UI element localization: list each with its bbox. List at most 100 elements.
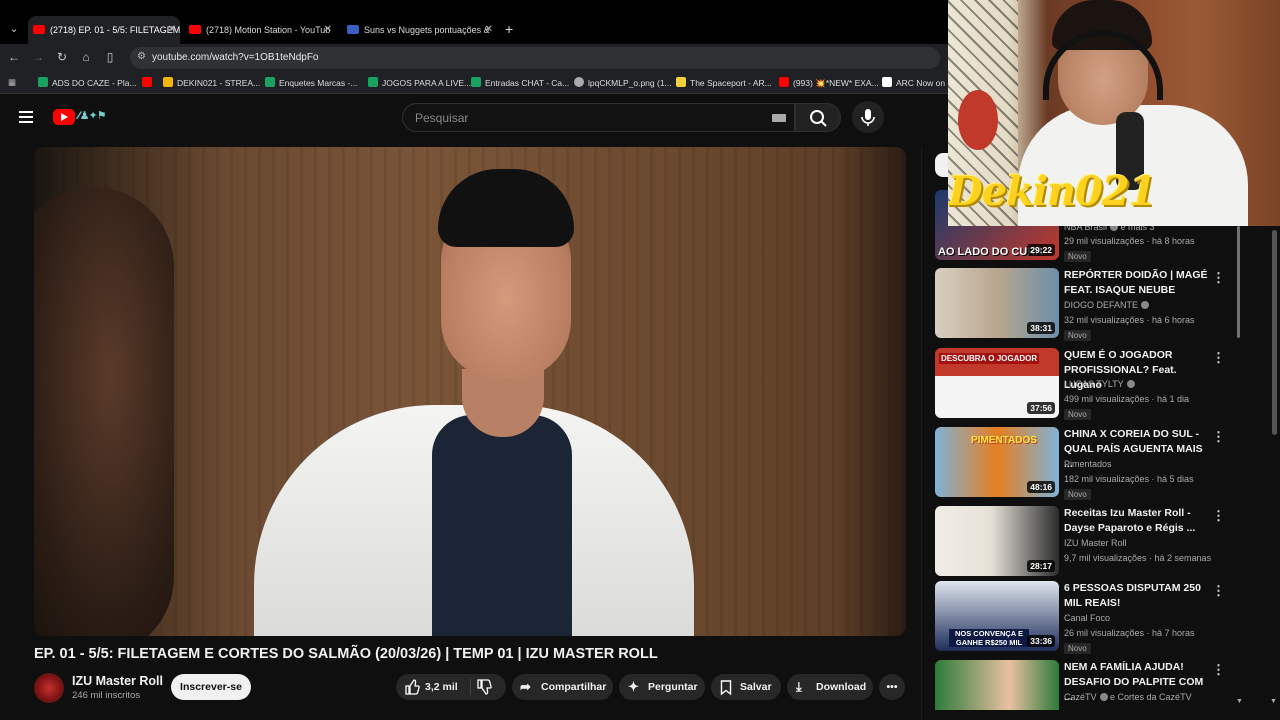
bookmark-item[interactable]: DEKIN021 - STREA... bbox=[163, 77, 260, 88]
thumbs-up-icon bbox=[405, 679, 420, 695]
recommendation-channel[interactable]: Pimentados bbox=[1064, 459, 1112, 469]
spaceport-icon bbox=[676, 77, 686, 87]
url-text: youtube.com/watch?v=1OB1teNdpFo bbox=[152, 52, 319, 63]
page-scroll-down-arrow-icon[interactable]: ▼ bbox=[1270, 698, 1277, 705]
globe-icon bbox=[574, 77, 584, 87]
search-box[interactable]: Pesquisar bbox=[402, 103, 795, 132]
home-icon[interactable]: ⌂ bbox=[78, 50, 94, 64]
forward-icon[interactable]: → bbox=[30, 50, 46, 64]
browser-tab[interactable]: (2718) Motion Station - YouTub ✕ bbox=[184, 16, 336, 44]
close-tab-icon[interactable]: ✕ bbox=[168, 16, 176, 44]
bookmark-item[interactable]: Enquetes Marcas -... bbox=[265, 77, 357, 88]
menu-icon[interactable] bbox=[19, 111, 33, 123]
apps-grid-icon[interactable]: ▦ bbox=[8, 77, 16, 88]
x-icon bbox=[882, 77, 892, 87]
recommendation-thumbnail[interactable] bbox=[935, 660, 1059, 710]
browser-tab[interactable]: Suns vs Nuggets pontuações & ✕ bbox=[342, 16, 497, 44]
more-vertical-icon[interactable]: ⋮ bbox=[1212, 350, 1225, 366]
split-view-icon[interactable]: ▯ bbox=[102, 50, 118, 64]
voice-search-button[interactable] bbox=[852, 101, 884, 133]
microphone-icon bbox=[861, 109, 875, 126]
recommendation-meta: 9,7 mil visualizações · há 2 semanas bbox=[1064, 553, 1212, 563]
channel-label: LUCAS TYLTY bbox=[1064, 379, 1124, 389]
recommendation-meta: 29 mil visualizações · há 8 horas bbox=[1064, 236, 1195, 246]
recommendation-thumbnail[interactable]: 28:17 bbox=[935, 506, 1059, 576]
subscribe-button[interactable]: Inscrever-se bbox=[171, 674, 251, 700]
youtube-doodle-icon[interactable]: ⁄⁄♟✦⚑ bbox=[78, 109, 107, 122]
recommendation-channel[interactable]: LUCAS TYLTY bbox=[1064, 379, 1135, 389]
more-vertical-icon[interactable]: ⋮ bbox=[1212, 429, 1225, 445]
sidebar-scrollbar[interactable] bbox=[1237, 226, 1240, 338]
share-label: Compartilhar bbox=[541, 681, 607, 693]
like-button[interactable] bbox=[404, 674, 420, 709]
site-info-icon[interactable]: ⚙ bbox=[137, 51, 146, 62]
share-icon: ➦ bbox=[520, 679, 531, 694]
keyboard-icon[interactable] bbox=[772, 114, 786, 122]
channel-label: CazéTV bbox=[1064, 692, 1097, 702]
verified-icon bbox=[1099, 693, 1108, 701]
recommendation-channel[interactable]: CazéTV e Cortes da CazéTV bbox=[1064, 692, 1192, 702]
bookmark-item[interactable]: lpqCKMLP_o.png (1... bbox=[574, 77, 672, 88]
recommendation-channel[interactable]: DIOGO DEFANTE bbox=[1064, 300, 1150, 310]
bookmark-item[interactable]: Entradas CHAT - Ca... bbox=[471, 77, 569, 88]
recommendation-thumbnail[interactable]: 38:31 bbox=[935, 268, 1059, 338]
bookmark-label: ARC Now on X: bbox=[896, 78, 956, 88]
more-vertical-icon[interactable]: ⋮ bbox=[1212, 662, 1225, 678]
dislike-button[interactable] bbox=[476, 674, 492, 709]
new-badge: Novo bbox=[1064, 409, 1091, 420]
bookmark-label: JOGOS PARA A LIVE... bbox=[382, 78, 472, 88]
thumbnail-caption: DESCUBRA O JOGADOR bbox=[939, 353, 1040, 364]
omnibox[interactable]: ⚙ youtube.com/watch?v=1OB1teNdpFo bbox=[130, 47, 940, 69]
save-label: Salvar bbox=[740, 681, 772, 693]
bookmark-item[interactable]: The Spaceport - AR... bbox=[676, 77, 772, 88]
recommendation-title[interactable]: REPÓRTER DOIDÃO | MAGÉ FEAT. ISAQUE NEUB… bbox=[1064, 268, 1210, 298]
channel-extra: e Cortes da CazéTV bbox=[1110, 692, 1192, 702]
bookmark-item[interactable]: (993) 💥*NEW* EXA... bbox=[779, 77, 879, 89]
more-vertical-icon[interactable]: ⋮ bbox=[1212, 270, 1225, 286]
search-button[interactable] bbox=[795, 103, 841, 132]
download-icon: ⤓ bbox=[796, 679, 802, 694]
reload-icon[interactable]: ↻ bbox=[54, 50, 70, 64]
recommendation-meta: 182 mil visualizações · há 5 dias bbox=[1064, 474, 1194, 484]
browser-tab-active[interactable]: (2718) EP. 01 - 5/5: FILETAGEM ✕ bbox=[28, 16, 180, 44]
bookmark-item[interactable] bbox=[142, 77, 156, 88]
thumbnail-caption: PIMENTADOS bbox=[971, 435, 1037, 446]
recommendation-title[interactable]: Receitas Izu Master Roll - Dayse Paparot… bbox=[1064, 506, 1210, 536]
sports-favicon-icon bbox=[347, 25, 359, 34]
bookmark-item[interactable]: ADS DO CAZE - Pla... bbox=[38, 77, 137, 88]
video-player[interactable] bbox=[34, 147, 906, 636]
more-actions-button[interactable]: ••• bbox=[879, 674, 905, 700]
channel-avatar[interactable] bbox=[34, 673, 64, 703]
share-button[interactable]: ➦ Compartilhar bbox=[512, 674, 613, 700]
recommendation-meta: 32 mil visualizações · há 6 horas bbox=[1064, 315, 1195, 325]
recommendation-title[interactable]: 6 PESSOAS DISPUTAM 250 MIL REAIS! bbox=[1064, 581, 1210, 611]
tab-search-chevron-icon[interactable]: ⌄ bbox=[6, 21, 22, 37]
back-icon[interactable]: ← bbox=[6, 50, 22, 64]
page-scrollbar[interactable] bbox=[1272, 230, 1277, 435]
verified-icon bbox=[1126, 380, 1135, 388]
save-button[interactable]: Salvar bbox=[711, 674, 781, 700]
channel-name[interactable]: IZU Master Roll bbox=[72, 674, 163, 688]
bookmark-item[interactable]: JOGOS PARA A LIVE... bbox=[368, 77, 471, 88]
recommendation-thumbnail[interactable]: PIMENTADOS 48:16 bbox=[935, 427, 1059, 497]
youtube-logo-icon[interactable] bbox=[53, 109, 75, 125]
bookmark-item[interactable]: ARC Now on X: bbox=[882, 77, 956, 88]
recommendation-thumbnail[interactable]: NOS CONVENÇA E GANHE R$250 MIL 33:36 bbox=[935, 581, 1059, 651]
video-duration: 28:17 bbox=[1027, 560, 1055, 572]
ask-button[interactable]: ✦ Perguntar bbox=[619, 674, 705, 700]
recommendation-thumbnail[interactable]: DESCUBRA O JOGADOR 37:56 bbox=[935, 348, 1059, 418]
recommendation-channel[interactable]: IZU Master Roll bbox=[1064, 538, 1127, 548]
more-vertical-icon[interactable]: ⋮ bbox=[1212, 508, 1225, 524]
youtube-icon bbox=[142, 77, 152, 87]
video-duration: 37:56 bbox=[1027, 402, 1055, 414]
download-button[interactable]: ⤓ Download bbox=[787, 674, 873, 700]
more-vertical-icon[interactable]: ⋮ bbox=[1212, 583, 1225, 599]
recommendation-channel[interactable]: Canal Foco bbox=[1064, 613, 1110, 623]
scroll-down-arrow-icon[interactable]: ▼ bbox=[1236, 698, 1243, 705]
youtube-favicon-icon bbox=[189, 25, 201, 34]
close-tab-icon[interactable]: ✕ bbox=[324, 16, 332, 44]
new-tab-icon[interactable]: + bbox=[505, 21, 513, 37]
video-duration: 29:22 bbox=[1027, 244, 1055, 256]
search-input[interactable]: Pesquisar bbox=[415, 111, 468, 125]
close-tab-icon[interactable]: ✕ bbox=[485, 16, 493, 44]
